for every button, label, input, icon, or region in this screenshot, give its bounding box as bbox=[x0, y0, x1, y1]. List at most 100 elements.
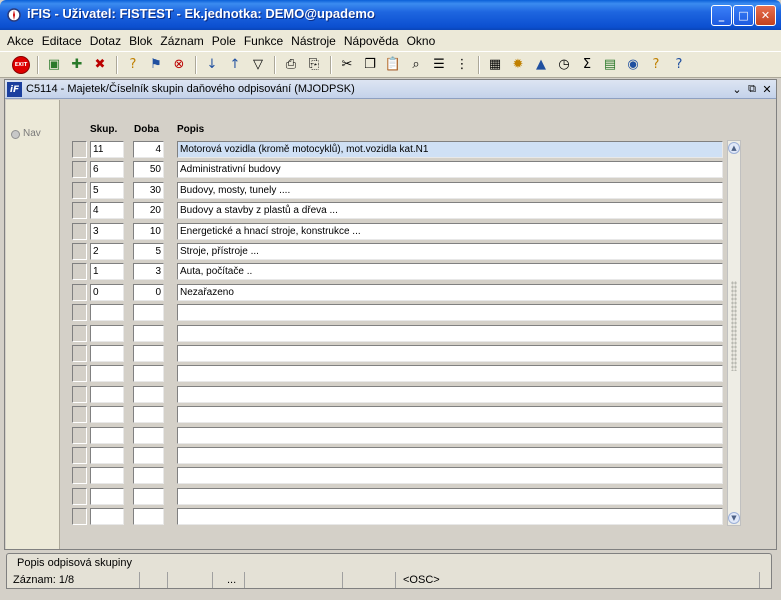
menu-okno[interactable]: Okno bbox=[404, 34, 441, 48]
vertical-scrollbar[interactable]: ▲ ▼ bbox=[727, 140, 741, 526]
doba-field[interactable]: 50 bbox=[133, 161, 164, 179]
skup-field[interactable]: 3 bbox=[90, 222, 124, 240]
calculator-icon[interactable]: ▦ bbox=[484, 54, 506, 76]
popis-field[interactable] bbox=[177, 365, 723, 383]
doba-field[interactable]: 3 bbox=[133, 263, 164, 281]
menu-akce[interactable]: Akce bbox=[4, 34, 39, 48]
table-row[interactable]: 3 10 Energetické a hnací stroje, konstrukc… bbox=[72, 222, 724, 240]
skup-field[interactable] bbox=[90, 508, 124, 526]
print-icon[interactable]: ⎙ bbox=[280, 54, 302, 76]
popis-field[interactable]: Motorová vozidla (kromě motocyklů), mot.… bbox=[177, 141, 723, 158]
popis-field[interactable]: Auta, počítače .. bbox=[177, 263, 723, 281]
doba-field[interactable]: 5 bbox=[133, 243, 164, 260]
title-bar[interactable]: iFIS - Uživatel: FISTEST - Ek.jednotka: … bbox=[0, 0, 781, 30]
table-row[interactable]: 6 50 Administrativní budovy bbox=[72, 161, 724, 179]
menu-blok[interactable]: Blok bbox=[126, 34, 157, 48]
table-row[interactable]: 1 3 Auta, počítače .. bbox=[72, 263, 724, 281]
table-row[interactable] bbox=[72, 324, 724, 342]
popis-field[interactable] bbox=[177, 508, 723, 526]
scroll-thumb[interactable] bbox=[731, 281, 737, 371]
doba-field[interactable] bbox=[133, 365, 164, 383]
skup-field[interactable]: 11 bbox=[90, 141, 124, 158]
filter-icon[interactable]: ▽ bbox=[247, 54, 269, 76]
row-selector[interactable] bbox=[72, 141, 87, 158]
popis-field[interactable] bbox=[177, 345, 723, 362]
close-button[interactable]: ✕ bbox=[755, 5, 776, 26]
new-record-icon[interactable]: ✚ bbox=[66, 54, 88, 76]
form-close-icon[interactable]: ✕ bbox=[760, 82, 774, 96]
menu-pole[interactable]: Pole bbox=[209, 34, 241, 48]
menu-nastroje[interactable]: Nástroje bbox=[288, 34, 341, 48]
doba-field[interactable]: 30 bbox=[133, 181, 164, 199]
skup-field[interactable] bbox=[90, 406, 124, 424]
execute-query-icon[interactable]: ⚑ bbox=[145, 54, 167, 76]
table-row[interactable]: 5 30 Budovy, mosty, tunely .... bbox=[72, 181, 724, 199]
user-help-icon[interactable]: ? bbox=[645, 54, 667, 76]
row-selector[interactable] bbox=[72, 426, 87, 444]
row-selector[interactable] bbox=[72, 202, 87, 220]
table-row[interactable] bbox=[72, 467, 724, 485]
doba-field[interactable] bbox=[133, 304, 164, 322]
table-row[interactable] bbox=[72, 345, 724, 362]
nav-radio[interactable] bbox=[11, 130, 20, 139]
popis-field[interactable] bbox=[177, 385, 723, 403]
excel-icon[interactable]: ▤ bbox=[599, 54, 621, 76]
menu-funkce[interactable]: Funkce bbox=[241, 34, 288, 48]
skup-field[interactable] bbox=[90, 365, 124, 383]
table-row[interactable] bbox=[72, 406, 724, 424]
popis-field[interactable]: Budovy, mosty, tunely .... bbox=[177, 181, 723, 199]
popis-field[interactable]: Administrativní budovy bbox=[177, 161, 723, 179]
menu-zaznam[interactable]: Záznam bbox=[157, 34, 208, 48]
row-selector[interactable] bbox=[72, 447, 87, 464]
search-icon[interactable]: ⌕ bbox=[405, 54, 427, 76]
menu-napoveda[interactable]: Nápověda bbox=[341, 34, 404, 48]
doba-field[interactable] bbox=[133, 447, 164, 464]
clock-icon[interactable]: ◷ bbox=[553, 54, 575, 76]
row-selector[interactable] bbox=[72, 345, 87, 362]
list-icon[interactable]: ☰ bbox=[428, 54, 450, 76]
doba-field[interactable] bbox=[133, 324, 164, 342]
settings-icon[interactable]: ✹ bbox=[507, 54, 529, 76]
form-restore-icon[interactable]: ⧉ bbox=[745, 82, 759, 96]
doba-field[interactable]: 20 bbox=[133, 202, 164, 220]
query-icon[interactable]: ? bbox=[122, 54, 144, 76]
row-selector[interactable] bbox=[72, 365, 87, 383]
popis-field[interactable] bbox=[177, 426, 723, 444]
form-minimize-icon[interactable]: ⌄ bbox=[730, 82, 744, 96]
skup-field[interactable] bbox=[90, 324, 124, 342]
cancel-query-icon[interactable]: ⊗ bbox=[168, 54, 190, 76]
form-title-bar[interactable]: iF C5114 - Majetek/Číselník skupin daňov… bbox=[5, 80, 776, 99]
doba-field[interactable] bbox=[133, 508, 164, 526]
skup-field[interactable]: 5 bbox=[90, 181, 124, 199]
doba-field[interactable] bbox=[133, 487, 164, 505]
row-selector[interactable] bbox=[72, 263, 87, 281]
minimize-button[interactable]: _ bbox=[711, 5, 732, 26]
help-icon[interactable]: ? bbox=[668, 54, 690, 76]
table-row[interactable] bbox=[72, 304, 724, 322]
skup-field[interactable] bbox=[90, 467, 124, 485]
maximize-button[interactable]: □ bbox=[733, 5, 754, 26]
row-selector[interactable] bbox=[72, 324, 87, 342]
row-selector[interactable] bbox=[72, 161, 87, 179]
table-row[interactable]: 11 4 Motorová vozidla (kromě motocyklů), m… bbox=[72, 141, 724, 158]
popis-field[interactable]: Nezařazeno bbox=[177, 283, 723, 301]
scroll-up-icon[interactable]: ▲ bbox=[728, 142, 740, 154]
popis-field[interactable]: Budovy a stavby z plastů a dřeva ... bbox=[177, 202, 723, 220]
doba-field[interactable]: 10 bbox=[133, 222, 164, 240]
popis-field[interactable] bbox=[177, 447, 723, 464]
row-selector[interactable] bbox=[72, 406, 87, 424]
popis-field[interactable] bbox=[177, 406, 723, 424]
skup-field[interactable] bbox=[90, 385, 124, 403]
menu-dotaz[interactable]: Dotaz bbox=[87, 34, 126, 48]
row-selector[interactable] bbox=[72, 467, 87, 485]
paste-icon[interactable]: 📋 bbox=[382, 54, 404, 76]
print-preview-icon[interactable]: ⎘ bbox=[303, 54, 325, 76]
menu-editace[interactable]: Editace bbox=[39, 34, 87, 48]
doba-field[interactable] bbox=[133, 467, 164, 485]
table-row[interactable] bbox=[72, 447, 724, 464]
popis-field[interactable]: Energetické a hnací stroje, konstrukce .… bbox=[177, 222, 723, 240]
popis-field[interactable] bbox=[177, 324, 723, 342]
save-icon[interactable]: ▣ bbox=[43, 54, 65, 76]
skup-field[interactable]: 0 bbox=[90, 283, 124, 301]
copy-icon[interactable]: ❐ bbox=[359, 54, 381, 76]
